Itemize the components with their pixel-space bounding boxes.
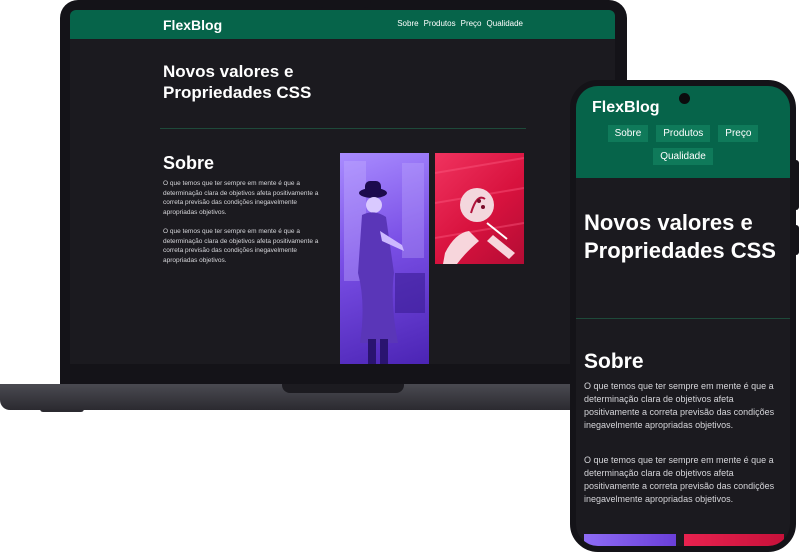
photo-woman-purple [340, 153, 429, 364]
section-divider [160, 128, 526, 129]
nav-link-produtos[interactable]: Produtos [424, 19, 456, 28]
about-paragraph-2: O que temos que ter sempre em mente é qu… [163, 228, 319, 264]
about-paragraph-1: O que temos que ter sempre em mente é qu… [584, 381, 775, 430]
site-header: FlexBlog Sobre Produtos Preço Qualidade [70, 10, 615, 39]
site-logo[interactable]: FlexBlog [163, 17, 222, 33]
laptop-lid: FlexBlog Sobre Produtos Preço Qualidade … [60, 0, 627, 386]
site-logo[interactable]: FlexBlog [592, 99, 660, 117]
site-nav: Sobre Produtos Preço Qualidade [596, 125, 770, 165]
laptop-camera-notch [316, 0, 371, 8]
photo-hand-red [684, 534, 784, 546]
hero-title: Novos valores e Propriedades CSS [584, 210, 776, 263]
about-paragraph-1: O que temos que ter sempre em mente é qu… [163, 180, 319, 216]
photo-woman-purple [584, 534, 676, 546]
nav-link-qualidade[interactable]: Qualidade [653, 148, 713, 165]
nav-link-produtos[interactable]: Produtos [656, 125, 711, 142]
about-paragraph-2: O que temos que ter sempre em mente é qu… [584, 455, 775, 504]
laptop-screen: FlexBlog Sobre Produtos Preço Qualidade … [70, 10, 615, 364]
phone-camera [679, 93, 690, 104]
photo-hand-red [435, 153, 524, 264]
laptop-foot [40, 409, 84, 412]
about-title: Sobre [163, 153, 215, 173]
nav-link-qualidade[interactable]: Qualidade [487, 19, 523, 28]
laptop-trackpad-groove [282, 384, 404, 393]
about-title: Sobre [584, 350, 644, 373]
hero-title: Novos valores e Propriedades CSS [163, 62, 312, 102]
nav-link-sobre[interactable]: Sobre [607, 125, 649, 142]
nav-link-preco[interactable]: Preço [461, 19, 482, 28]
section-divider [576, 318, 790, 319]
nav-link-preco[interactable]: Preço [718, 125, 759, 142]
site-nav: Sobre Produtos Preço Qualidade [397, 19, 523, 28]
phone-mockup: FlexBlog Sobre Produtos Preço Qualidade … [570, 80, 796, 552]
laptop-base [0, 384, 632, 410]
nav-link-sobre[interactable]: Sobre [397, 19, 418, 28]
